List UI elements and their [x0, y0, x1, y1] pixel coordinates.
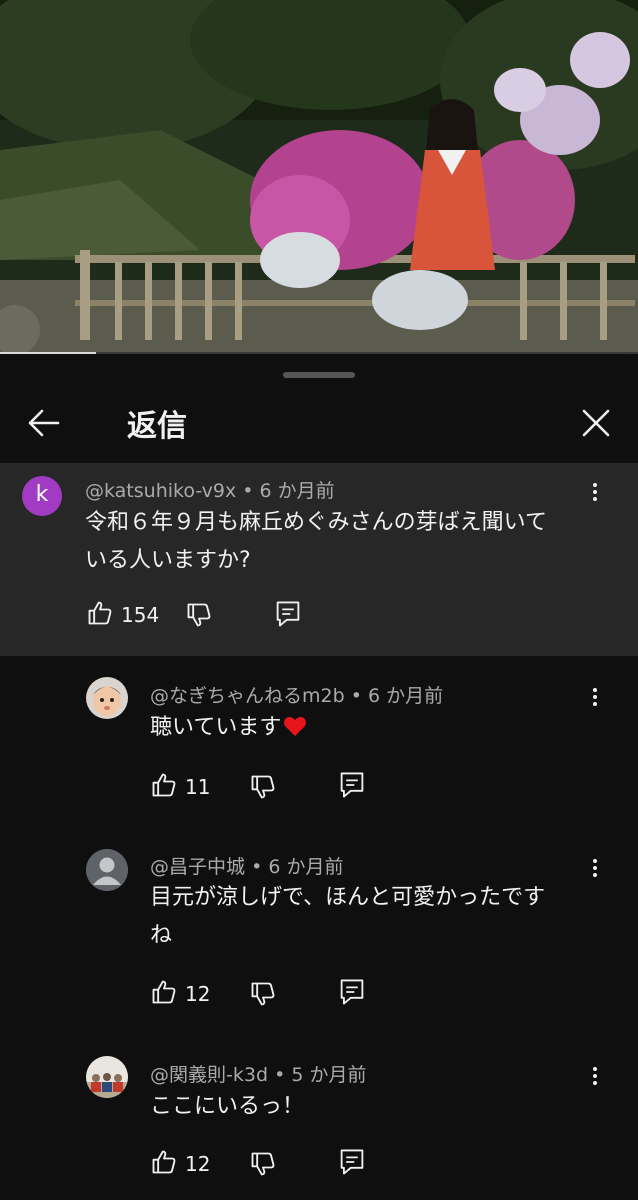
comment-meta: @katsuhiko-v9x • 6 か月前 [85, 476, 335, 503]
video-frame [0, 0, 638, 354]
comment-text: 令和６年９月も麻丘めぐみさんの芽ばえ聞いて いる人いますか? [85, 504, 615, 580]
comment-text-line: ね [150, 923, 173, 948]
comment-text-line: 聴いています [150, 715, 282, 740]
like-count: 154 [121, 603, 160, 627]
like-count: 12 [185, 982, 211, 1006]
more-options-button[interactable] [588, 685, 602, 713]
reply-icon [340, 1149, 364, 1175]
comment-author[interactable]: @なぎちゃんねるm2b [150, 685, 345, 707]
replies-header: 返信 [0, 387, 638, 463]
like-button[interactable] [150, 1148, 180, 1182]
meta-separator: • [350, 685, 368, 707]
comment-meta: @なぎちゃんねるm2b • 6 か月前 [150, 681, 443, 708]
meta-separator: • [242, 480, 260, 502]
reply-button[interactable] [274, 599, 304, 633]
parent-comment: k @katsuhiko-v9x • 6 か月前 令和６年９月も麻丘めぐみさんの… [0, 464, 638, 656]
dislike-button[interactable] [249, 773, 279, 807]
meta-separator: • [251, 856, 269, 878]
comment-time: 5 か月前 [291, 1064, 367, 1086]
thumbs-down-icon [251, 982, 275, 1006]
thumbs-down-icon [251, 775, 275, 799]
close-icon [582, 409, 610, 437]
comment-time: 6 か月前 [367, 685, 444, 707]
dislike-button[interactable] [249, 1150, 279, 1184]
comment-text: 聴いています [150, 709, 307, 747]
comment-author[interactable]: @昌子中城 [150, 856, 245, 878]
like-button[interactable] [150, 978, 180, 1012]
meta-separator: • [274, 1064, 292, 1086]
baby-avatar-image [86, 677, 128, 719]
back-button[interactable] [24, 403, 64, 443]
video-player[interactable] [0, 0, 638, 354]
heart-icon [284, 717, 307, 736]
video-progress-bar[interactable] [0, 352, 638, 354]
comment-text: ここにいるっ！ [150, 1094, 305, 1119]
comment-author[interactable]: @関義則-k3d [150, 1064, 268, 1086]
comment-text: 目元が涼しげで、ほんと可愛かったです ね [150, 879, 610, 955]
thumbs-up-icon [152, 773, 176, 797]
like-count: 11 [185, 775, 211, 799]
avatar[interactable] [86, 677, 128, 719]
thumbs-up-icon [88, 601, 112, 625]
avatar[interactable]: k [22, 476, 62, 516]
arrow-left-icon [28, 409, 60, 437]
comment-text-line: 目元が涼しげで、ほんと可愛かったです [150, 885, 546, 910]
like-button[interactable] [150, 771, 180, 805]
dislike-button[interactable] [249, 980, 279, 1014]
reply-icon [340, 772, 364, 798]
like-count: 12 [185, 1152, 211, 1176]
reply-button[interactable] [338, 1147, 368, 1181]
thumbs-up-icon [152, 1150, 176, 1174]
comment-author[interactable]: @katsuhiko-v9x [85, 480, 236, 502]
video-progress-fill [0, 352, 96, 354]
dislike-button[interactable] [185, 601, 215, 635]
comment-text-line: いる人いますか? [85, 548, 251, 573]
close-button[interactable] [576, 403, 616, 443]
group-photo-avatar-image [86, 1056, 128, 1098]
drag-handle[interactable] [283, 372, 355, 378]
comment-time: 6 か月前 [268, 856, 344, 878]
replies-panel: 返信 k @katsuhiko-v9x • 6 か月前 令和６年９月も麻丘めぐみ… [0, 357, 638, 1200]
page-title: 返信 [127, 409, 187, 444]
comment-meta: @関義則-k3d • 5 か月前 [150, 1060, 366, 1087]
reply-icon [276, 601, 300, 627]
like-button[interactable] [86, 599, 116, 633]
reply-button[interactable] [338, 770, 368, 804]
thumbs-up-icon [152, 980, 176, 1004]
comment-text-line: 令和６年９月も麻丘めぐみさんの芽ばえ聞いて [85, 510, 548, 535]
comment-time: 6 か月前 [259, 480, 335, 502]
thumbs-down-icon [187, 603, 211, 627]
reply-icon [340, 979, 364, 1005]
default-user-icon [86, 849, 128, 891]
comment-meta: @昌子中城 • 6 か月前 [150, 852, 343, 879]
thumbs-down-icon [251, 1152, 275, 1176]
avatar[interactable] [86, 1056, 128, 1098]
reply-button[interactable] [338, 977, 368, 1011]
more-options-button[interactable] [588, 1064, 602, 1092]
avatar[interactable] [86, 849, 128, 891]
